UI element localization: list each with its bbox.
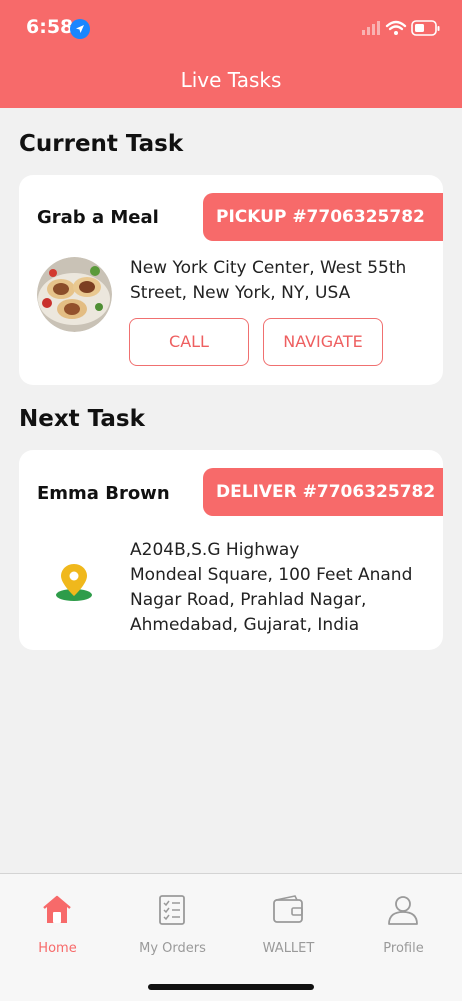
- tab-label: Profile: [383, 941, 424, 956]
- tab-profile[interactable]: Profile: [346, 874, 461, 974]
- location-pin-icon: [56, 564, 92, 601]
- status-bar: 6:58: [0, 0, 462, 56]
- current-task-card[interactable]: Grab a Meal PICKUP #7706325782 New York …: [19, 175, 443, 385]
- tab-label: WALLET: [262, 941, 315, 956]
- task-name: Grab a Meal: [37, 207, 159, 228]
- wallet-icon: [273, 895, 303, 923]
- address-line: Ahmedabad, Gujarat, India: [130, 615, 360, 635]
- next-task-heading: Next Task: [19, 406, 145, 432]
- wifi-icon: [385, 20, 407, 31]
- home-icon: [43, 895, 71, 923]
- address-line: New York City Center, West 55th: [130, 258, 407, 278]
- current-task-heading: Current Task: [19, 131, 184, 157]
- address-line: Street, New York, NY, USA: [130, 283, 351, 303]
- address-line: A204B,S.G Highway: [130, 540, 300, 560]
- status-time: 6:58: [26, 16, 74, 38]
- orders-list-icon: [159, 895, 185, 925]
- tab-wallet[interactable]: WALLET: [231, 874, 346, 974]
- address-line: Mondeal Square, 100 Feet Anand: [130, 565, 413, 585]
- tab-bar: Home My Orders WALLET Profile: [0, 873, 462, 1001]
- delivery-address: A204B,S.G Highway Mondeal Square, 100 Fe…: [130, 538, 412, 638]
- deliver-order-tag: DELIVER #7706325782: [203, 468, 443, 516]
- customer-name: Emma Brown: [37, 483, 170, 504]
- status-indicators: [362, 18, 442, 42]
- pickup-address: New York City Center, West 55th Street, …: [130, 256, 406, 306]
- profile-icon: [388, 896, 418, 925]
- cellular-signal-icon: [362, 21, 380, 35]
- location-arrow-icon: [70, 19, 90, 39]
- header: 6:58 Live Tasks: [0, 0, 462, 108]
- tab-my-orders[interactable]: My Orders: [115, 874, 230, 974]
- tab-label: My Orders: [139, 941, 206, 956]
- tab-home[interactable]: Home: [0, 874, 115, 974]
- navigate-button[interactable]: NAVIGATE: [263, 318, 383, 366]
- page-title: Live Tasks: [180, 68, 282, 92]
- pickup-order-tag: PICKUP #7706325782: [203, 193, 443, 241]
- tab-label: Home: [38, 941, 77, 956]
- call-button[interactable]: CALL: [129, 318, 249, 366]
- home-indicator: [148, 984, 314, 990]
- next-task-card[interactable]: Emma Brown DELIVER #7706325782 A204B,S.G…: [19, 450, 443, 650]
- address-line: Nagar Road, Prahlad Nagar,: [130, 590, 367, 610]
- meal-image: [37, 257, 112, 332]
- battery-icon: [411, 20, 440, 36]
